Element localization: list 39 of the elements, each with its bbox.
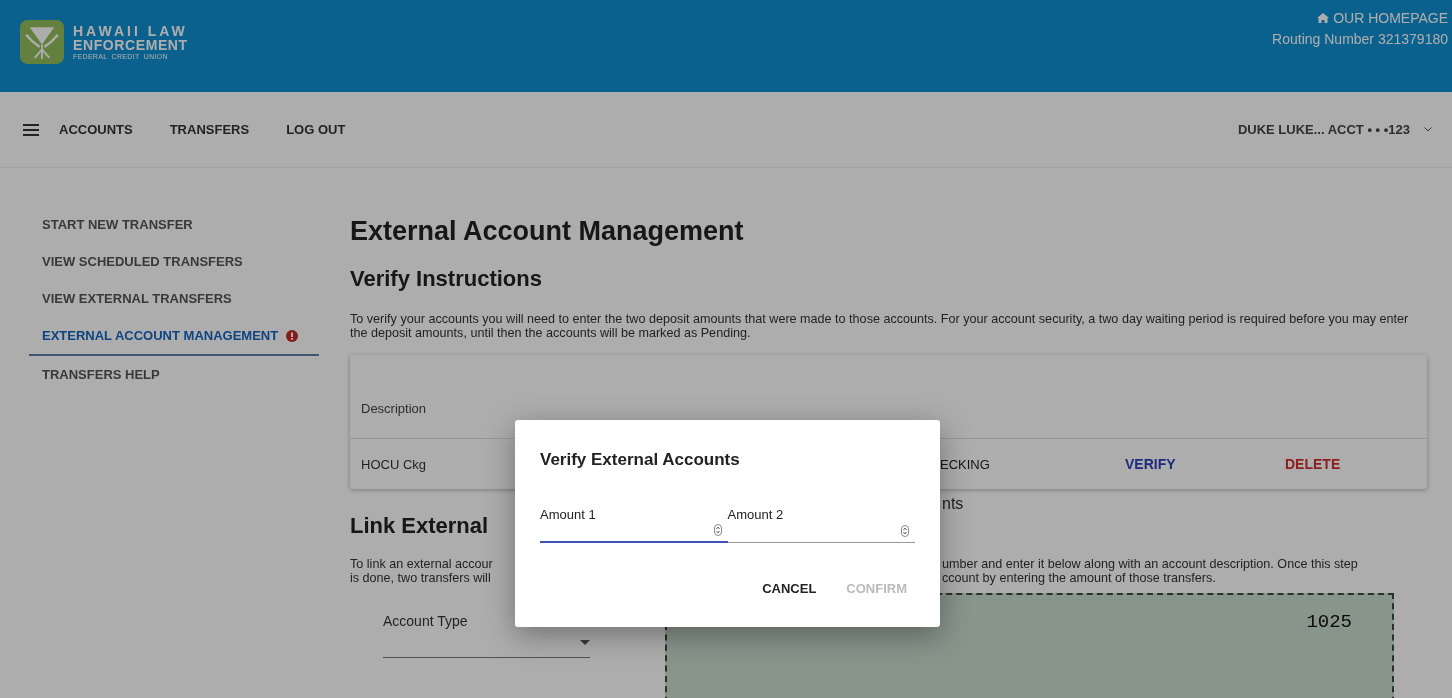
spinner-icon[interactable] — [713, 524, 722, 536]
sidebar-item[interactable]: TRANSFERS HELP — [29, 356, 319, 393]
input-field[interactable]: Amount 1 — [540, 507, 728, 543]
account-menu[interactable]: DUKE LUKE... ACCT • • •123 — [1237, 122, 1432, 137]
dialog-button[interactable]: CANCEL — [754, 573, 825, 604]
sidebar-item[interactable]: VIEW SCHEDULED TRANSFERS — [29, 243, 319, 280]
caret-icon — [580, 639, 590, 645]
dialog-title: Verify External Accounts — [540, 450, 741, 470]
section-heading: nts — [942, 495, 964, 513]
delete-link[interactable]: DELETE — [1285, 456, 1341, 472]
instructions-text: is done, two transfers will — [350, 571, 492, 585]
house-icon — [1317, 13, 1330, 23]
menu-icon[interactable] — [23, 123, 39, 136]
chevron-icon — [1424, 127, 1432, 132]
logo-text: HAWAII LAW — [73, 24, 188, 38]
nav-link[interactable]: LOG OUT — [286, 122, 346, 137]
table-cell: ECKING — [940, 456, 990, 472]
section-heading: Link External — [350, 513, 489, 539]
routing-number: Routing Number 321379180 — [1272, 31, 1448, 47]
sidebar-item[interactable]: VIEW EXTERNAL TRANSFERS — [29, 280, 319, 317]
instructions-text: To link an external accour — [350, 557, 493, 571]
logo-text: ENFORCEMENT — [73, 38, 188, 52]
instructions-text: ccount by entering the amount of those transfers. — [942, 571, 1217, 585]
homepage-link[interactable]: OUR HOMEPAGE — [1317, 10, 1448, 26]
table-cell: HOCU Ckg — [361, 456, 426, 472]
input-field[interactable]: Amount 2 — [727, 507, 915, 543]
nav-link[interactable]: TRANSFERS — [169, 122, 250, 137]
sidebar-item[interactable]: START NEW TRANSFER — [29, 206, 319, 243]
nav-link[interactable]: ACCOUNTS — [59, 122, 133, 137]
instructions-text: To verify your accounts you will need to enter the two deposit amounts that were made to those accounts. For your account security, a two day waiting period is required before you may enter the deposit amounts, until then the accounts will be marked as Pending. — [350, 312, 1410, 340]
instructions-text: umber and enter it below along with an account description. Once this step — [942, 557, 1358, 571]
page-title: External Account Management — [350, 216, 745, 247]
column-header: Description — [361, 401, 427, 416]
logo-icon — [20, 20, 64, 64]
verify-link[interactable]: VERIFY — [1125, 456, 1176, 472]
section-heading: Verify Instructions — [350, 266, 543, 292]
check-number: 1025 — [1306, 611, 1352, 633]
sidebar-item[interactable]: EXTERNAL ACCOUNT MANAGEMENT — [29, 317, 319, 356]
spinner-icon[interactable] — [901, 525, 909, 537]
